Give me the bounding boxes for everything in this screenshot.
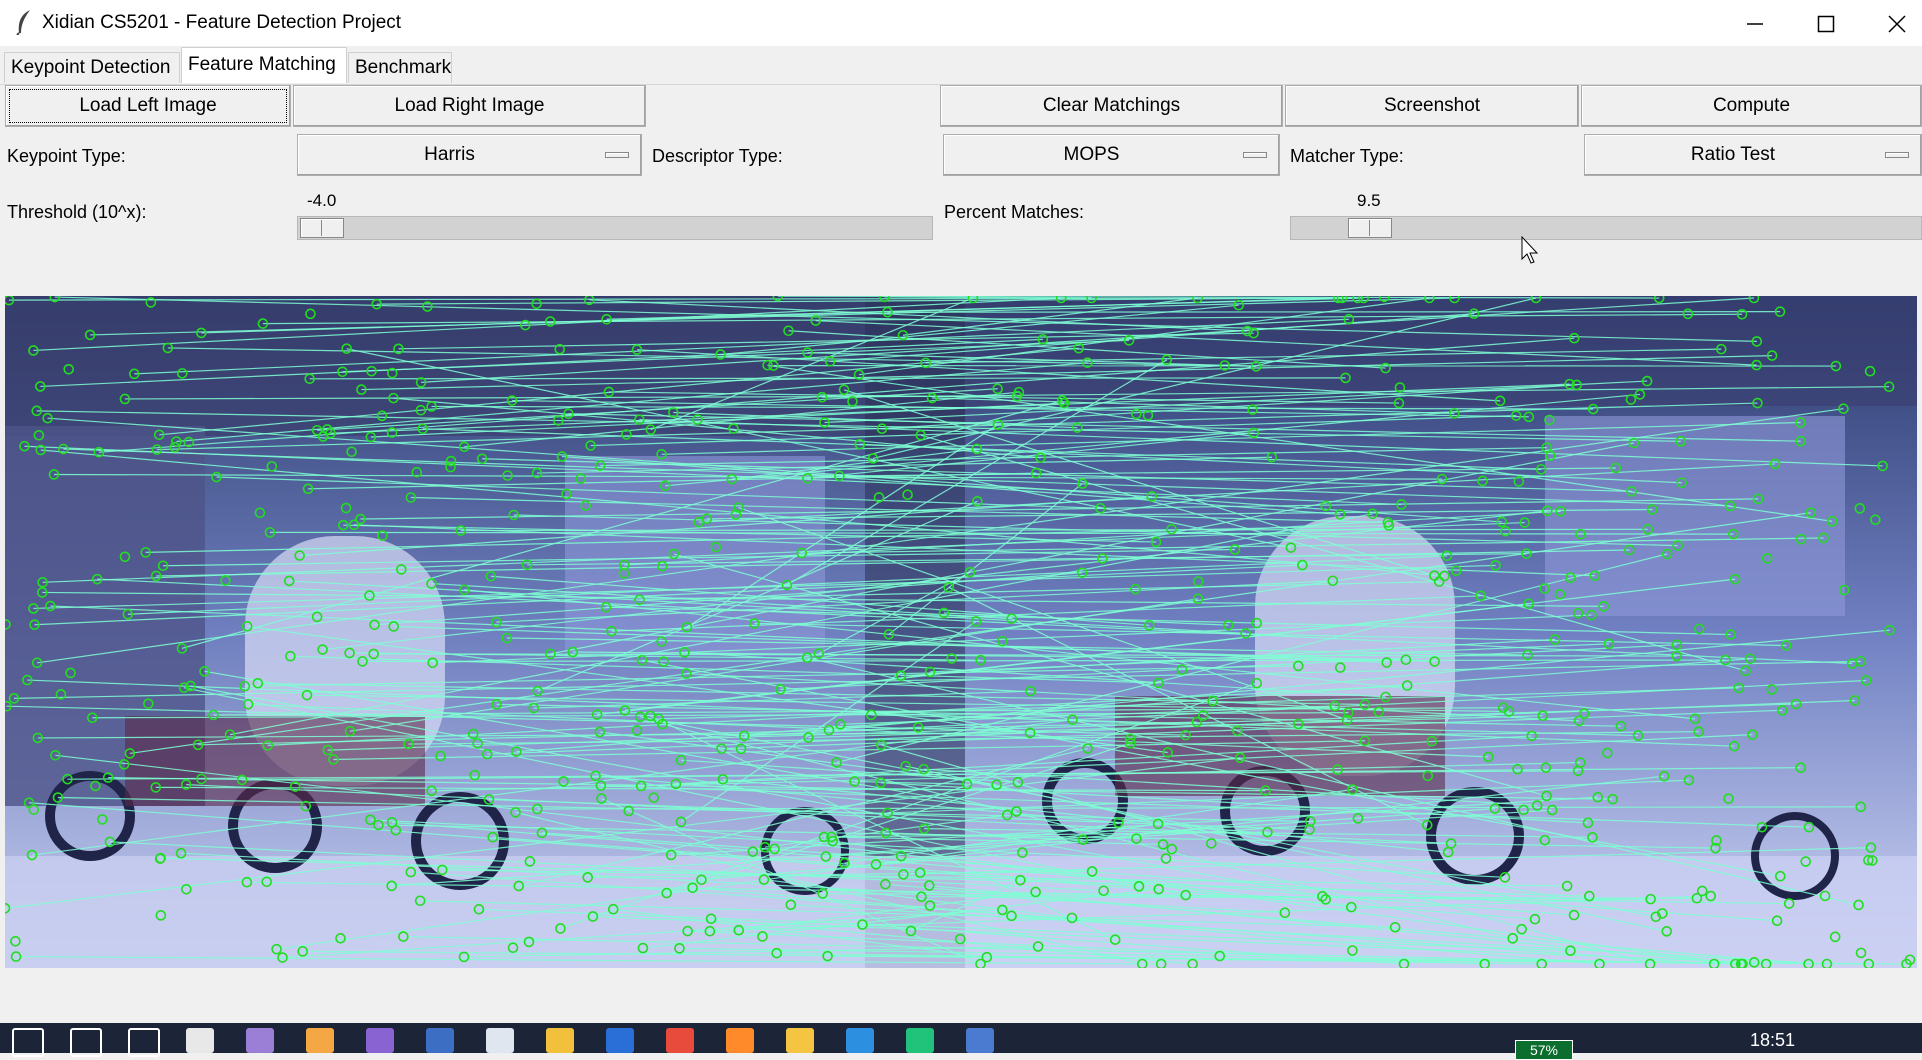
load-left-image-button[interactable]: Load Left Image <box>5 85 291 127</box>
taskbar-clock[interactable]: 18:51 <box>1750 1030 1795 1051</box>
tab-keypoint-detection[interactable]: Keypoint Detection <box>4 52 180 83</box>
vz-icon[interactable] <box>846 1028 874 1053</box>
app-icon-2[interactable] <box>546 1028 574 1053</box>
notepad-icon[interactable] <box>486 1028 514 1053</box>
percent-matches-scale[interactable] <box>1290 216 1922 240</box>
keypoint-type-label: Keypoint Type: <box>7 146 126 167</box>
close-button[interactable] <box>1862 0 1922 46</box>
match-line <box>887 312 1780 313</box>
dropdown-indicator-icon <box>605 152 629 158</box>
battery-indicator[interactable]: 57% <box>1515 1040 1573 1060</box>
close-icon <box>1888 15 1906 33</box>
minimize-button[interactable] <box>1720 0 1790 46</box>
dev-cpp-icon[interactable] <box>426 1028 454 1053</box>
percent-matches-value: 9.5 <box>1357 191 1381 211</box>
load-right-image-button[interactable]: Load Right Image <box>293 85 646 127</box>
keypoint-type-menu[interactable]: Harris <box>297 134 642 176</box>
calculator-icon[interactable] <box>186 1028 214 1053</box>
threshold-slider-handle[interactable] <box>300 218 344 238</box>
maximize-button[interactable] <box>1791 0 1861 46</box>
compute-button[interactable]: Compute <box>1581 85 1922 127</box>
visual-studio-icon[interactable] <box>366 1028 394 1053</box>
clear-matchings-button[interactable]: Clear Matchings <box>940 85 1283 127</box>
title-bar: Xidian CS5201 - Feature Detection Projec… <box>0 0 1922 46</box>
file-explorer-icon[interactable] <box>786 1028 814 1053</box>
mouse-cursor-icon <box>1521 236 1541 266</box>
keypoint-type-value: Harris <box>298 135 601 175</box>
threshold-label: Threshold (10^x): <box>7 202 147 223</box>
threshold-scale[interactable] <box>297 216 933 240</box>
maximize-icon <box>1817 15 1835 33</box>
threshold-value: -4.0 <box>307 191 336 211</box>
minimize-icon <box>1746 15 1764 33</box>
feather-icon <box>14 9 34 40</box>
matcher-type-menu[interactable]: Ratio Test <box>1584 134 1922 176</box>
mp-icon[interactable] <box>606 1028 634 1053</box>
descriptor-type-label: Descriptor Type: <box>652 146 783 167</box>
percent-matches-slider-handle[interactable] <box>1348 218 1392 238</box>
pycharm-icon[interactable] <box>906 1028 934 1053</box>
chrome-icon[interactable] <box>666 1028 694 1053</box>
matching-canvas[interactable] <box>5 296 1917 968</box>
dropdown-indicator-icon <box>1243 152 1267 158</box>
matcher-type-label: Matcher Type: <box>1290 146 1404 167</box>
tab-feature-matching[interactable]: Feature Matching <box>181 47 347 83</box>
dropdown-indicator-icon <box>1885 152 1909 158</box>
tab-benchmark[interactable]: Benchmark <box>348 52 452 83</box>
descriptor-type-value: MOPS <box>944 135 1239 175</box>
eclipse-icon[interactable] <box>306 1028 334 1053</box>
matcher-type-value: Ratio Test <box>1585 135 1881 175</box>
tk-app-icon[interactable] <box>966 1028 994 1053</box>
firefox-icon[interactable] <box>726 1028 754 1053</box>
screenshot-button[interactable]: Screenshot <box>1285 85 1579 127</box>
window-title: Xidian CS5201 - Feature Detection Projec… <box>42 12 401 34</box>
app-icon[interactable] <box>246 1028 274 1053</box>
tab-bar: Keypoint Detection Feature Matching Benc… <box>0 46 1922 84</box>
descriptor-type-menu[interactable]: MOPS <box>943 134 1280 176</box>
taskbar <box>0 1023 1922 1053</box>
matches-visualization <box>5 296 1917 968</box>
percent-matches-label: Percent Matches: <box>944 202 1084 223</box>
